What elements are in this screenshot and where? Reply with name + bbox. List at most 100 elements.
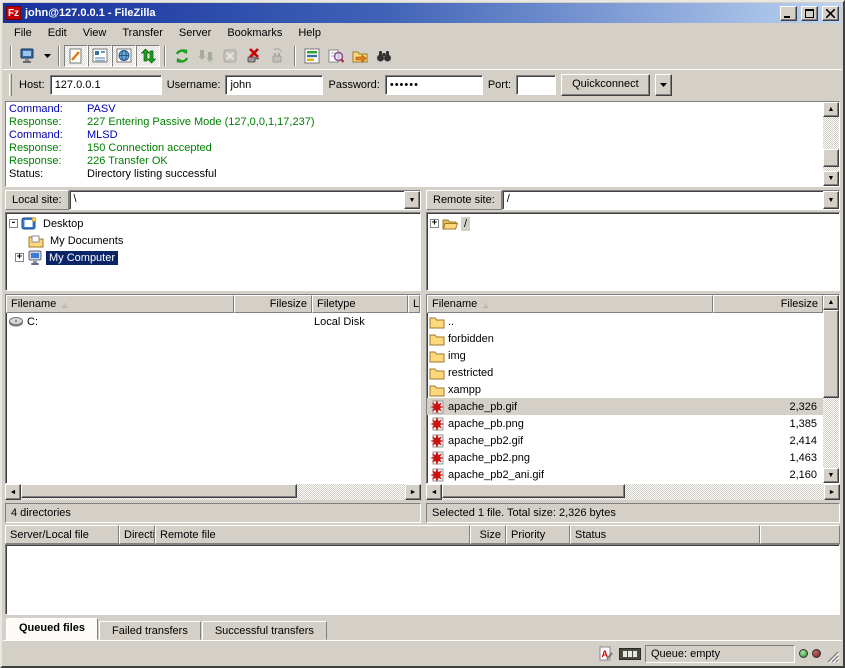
column-header-direction[interactable]: Directi... [119, 525, 155, 544]
column-header-last-modified[interactable]: L [408, 295, 420, 313]
expand-icon[interactable]: + [15, 253, 24, 262]
menu-help[interactable]: Help [290, 25, 329, 41]
toolbar [3, 42, 842, 69]
remote-horizontal-scrollbar[interactable]: ◄ ► [426, 484, 840, 500]
remote-vertical-scrollbar[interactable]: ▲ ▼ [823, 295, 839, 483]
refresh-button[interactable] [170, 45, 194, 67]
toolbar-separator [58, 46, 60, 66]
find-files-button[interactable] [372, 45, 396, 67]
file-row-selected[interactable]: apache_pb.gif 2,326 [427, 398, 823, 415]
toggle-transfer-queue-button[interactable] [136, 45, 160, 67]
remote-site-combobox[interactable]: / ▼ [502, 190, 840, 210]
local-site-combobox[interactable]: \ ▼ [69, 190, 421, 210]
host-input[interactable]: 127.0.0.1 [50, 75, 162, 95]
quickconnect-button[interactable]: Quickconnect [561, 74, 650, 96]
file-row[interactable]: apache_pb2.gif 2,414 [427, 432, 823, 449]
tree-item-root[interactable]: + / [428, 215, 838, 232]
scroll-up-button[interactable]: ▲ [823, 102, 839, 117]
toggle-local-tree-button[interactable] [88, 45, 112, 67]
quickconnect-dropdown-button[interactable] [655, 74, 672, 96]
scroll-down-button[interactable]: ▼ [823, 171, 839, 186]
resize-grip[interactable] [825, 649, 839, 663]
scroll-track[interactable] [823, 117, 839, 171]
username-input[interactable]: john [225, 75, 323, 95]
scroll-down-button[interactable]: ▼ [823, 468, 839, 483]
column-header-server-local-file[interactable]: Server/Local file [5, 525, 119, 544]
local-site-dropdown-button[interactable]: ▼ [404, 191, 420, 209]
column-header-filename[interactable]: Filename▲ [6, 295, 234, 313]
maximize-button[interactable] [801, 6, 818, 21]
column-header-filetype[interactable]: Filetype [312, 295, 408, 313]
scroll-track[interactable] [823, 310, 839, 468]
column-header-filesize[interactable]: Filesize [234, 295, 312, 313]
scroll-right-button[interactable]: ► [824, 484, 840, 500]
local-site-value[interactable]: \ [70, 191, 404, 209]
remote-site-dropdown-button[interactable]: ▼ [823, 191, 839, 209]
file-row[interactable]: C: Local Disk [6, 313, 420, 330]
scroll-thumb[interactable] [823, 310, 839, 398]
close-button[interactable] [822, 6, 839, 21]
tree-item-desktop[interactable]: - Desktop [7, 215, 419, 232]
open-folder-icon [442, 216, 458, 232]
tree-item-label[interactable]: / [461, 217, 470, 231]
menu-edit[interactable]: Edit [40, 25, 75, 41]
file-row[interactable]: xampp [427, 381, 823, 398]
scroll-right-button[interactable]: ► [405, 484, 421, 500]
file-row[interactable]: apache_pb2.png 1,463 [427, 449, 823, 466]
column-header-remote-file[interactable]: Remote file [155, 525, 470, 544]
directory-comparison-button[interactable] [324, 45, 348, 67]
menu-bookmarks[interactable]: Bookmarks [219, 25, 290, 41]
log-scrollbar[interactable]: ▲ ▼ [823, 102, 839, 186]
column-header-filesize[interactable]: Filesize [713, 295, 823, 313]
tab-queued-files[interactable]: Queued files [6, 618, 98, 640]
toggle-remote-tree-button[interactable] [112, 45, 136, 67]
scroll-track[interactable] [21, 484, 405, 500]
local-horizontal-scrollbar[interactable]: ◄ ► [5, 484, 421, 500]
file-row[interactable]: apache_pb.png 1,385 [427, 415, 823, 432]
scroll-left-button[interactable]: ◄ [426, 484, 442, 500]
menu-server[interactable]: Server [171, 25, 219, 41]
scroll-track[interactable] [442, 484, 824, 500]
toggle-message-log-button[interactable] [64, 45, 88, 67]
file-row[interactable]: apache_pb2_ani.gif 2,160 [427, 466, 823, 483]
password-input[interactable]: •••••• [385, 75, 483, 95]
tab-successful-transfers[interactable]: Successful transfers [202, 621, 327, 640]
scroll-thumb[interactable] [442, 484, 625, 498]
synchronized-browsing-button[interactable] [348, 45, 372, 67]
tab-failed-transfers[interactable]: Failed transfers [99, 621, 201, 640]
port-input[interactable] [516, 75, 556, 95]
tree-item-label[interactable]: My Documents [47, 234, 126, 248]
remote-site-value[interactable]: / [503, 191, 823, 209]
tree-item-label[interactable]: My Computer [46, 251, 118, 265]
tree-item-label[interactable]: Desktop [40, 217, 86, 231]
column-header-priority[interactable]: Priority [506, 525, 570, 544]
window-title: john@127.0.0.1 - FileZilla [25, 7, 776, 19]
expand-icon[interactable]: + [430, 219, 439, 228]
tree-item-my-computer[interactable]: + My Computer [7, 249, 419, 266]
file-row[interactable]: img [427, 347, 823, 364]
collapse-icon[interactable]: - [9, 219, 18, 228]
scroll-left-button[interactable]: ◄ [5, 484, 21, 500]
scroll-thumb[interactable] [823, 149, 839, 167]
ascii-transfer-type-icon[interactable]: A [597, 646, 615, 662]
file-row[interactable]: restricted [427, 364, 823, 381]
sort-ascending-icon: ▲ [481, 300, 489, 309]
menu-transfer[interactable]: Transfer [114, 25, 171, 41]
file-row[interactable]: .. [427, 313, 823, 330]
disconnect-button[interactable] [242, 45, 266, 67]
menu-view[interactable]: View [75, 25, 115, 41]
menu-file[interactable]: File [6, 25, 40, 41]
scroll-thumb[interactable] [21, 484, 297, 498]
file-row[interactable]: forbidden [427, 330, 823, 347]
column-header-size[interactable]: Size [470, 525, 506, 544]
minimize-button[interactable] [780, 6, 797, 21]
site-manager-dropdown-button[interactable] [40, 45, 54, 67]
column-header-filename[interactable]: Filename▲ [427, 295, 713, 313]
scroll-up-button[interactable]: ▲ [823, 295, 839, 310]
column-header-status[interactable]: Status [570, 525, 760, 544]
tree-item-my-documents[interactable]: My Documents [7, 232, 419, 249]
site-manager-button[interactable] [16, 45, 40, 67]
file-name: apache_pb.png [448, 418, 524, 430]
speed-limit-icon[interactable] [619, 648, 641, 660]
directory-listing-filters-button[interactable] [300, 45, 324, 67]
